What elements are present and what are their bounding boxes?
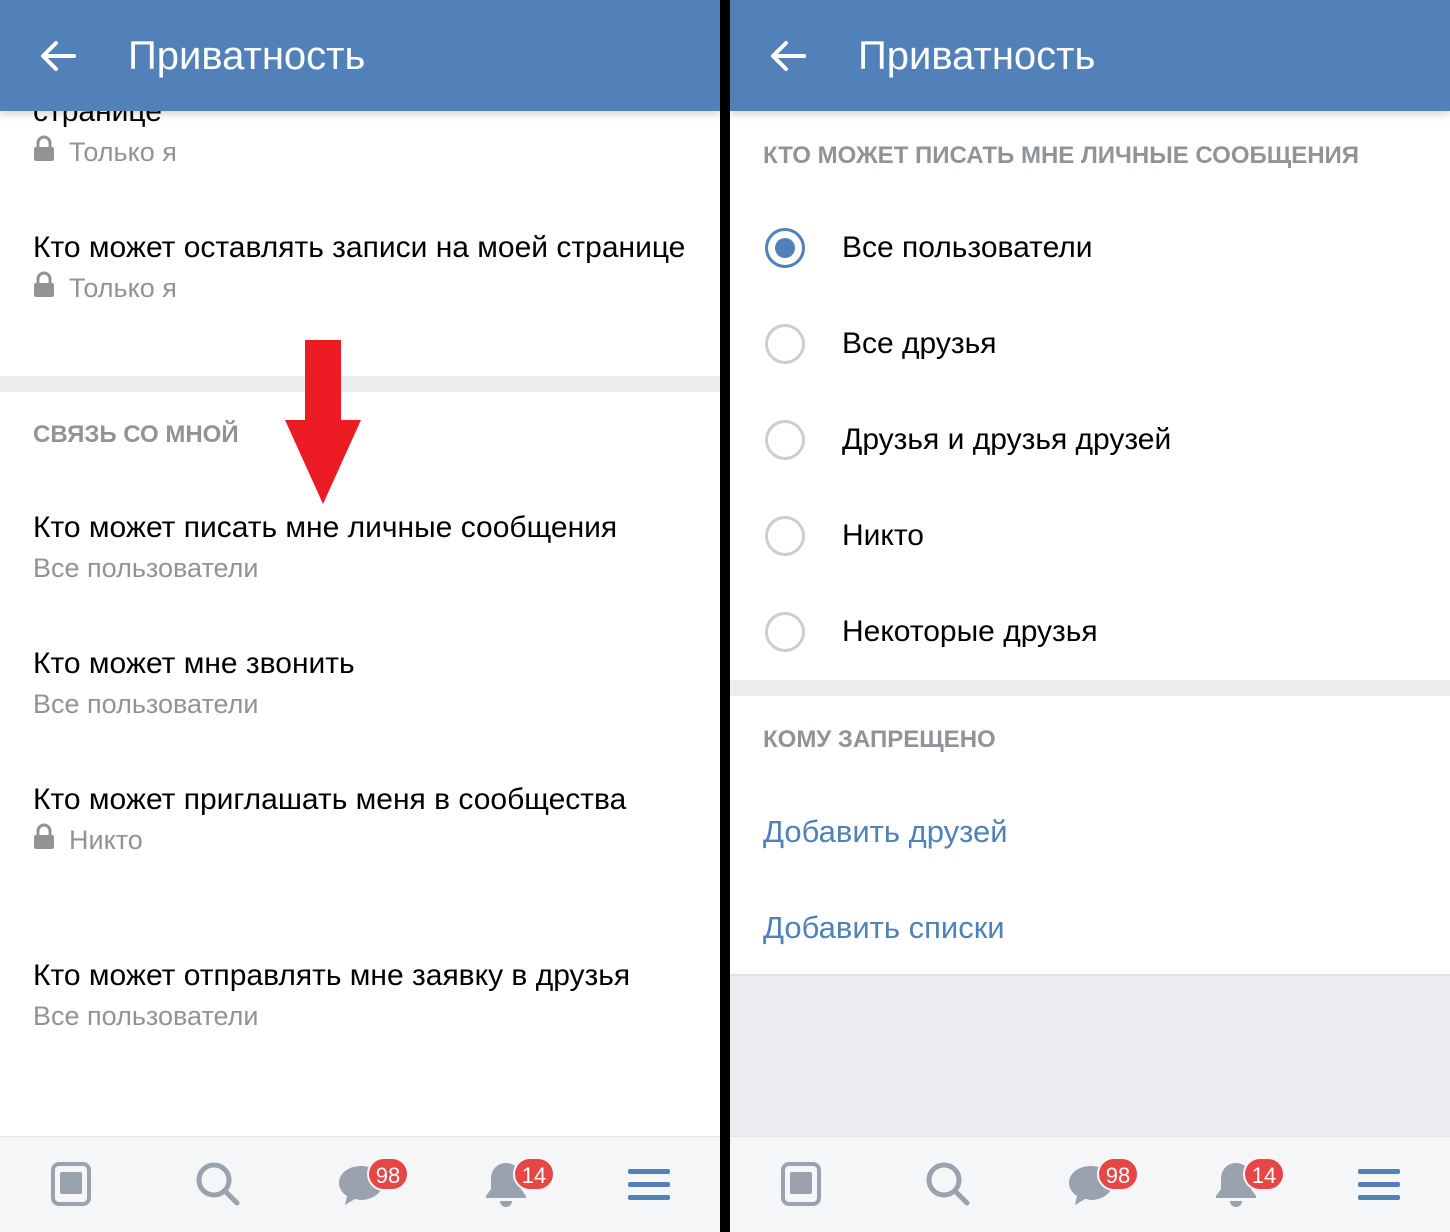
privacy-item-value: Все пользователи — [33, 689, 259, 719]
radio-button[interactable] — [765, 324, 805, 364]
privacy-item-friend-requests[interactable]: Кто может отправлять мне заявку в друзья… — [33, 956, 693, 1036]
section-separator — [730, 680, 1450, 696]
message-privacy-options: КТО МОЖЕТ ПИСАТЬ МНЕ ЛИЧНЫЕ СООБЩЕНИЯ Вс… — [730, 0, 1450, 1232]
privacy-item-title: Кто может мне звонить — [33, 647, 355, 680]
radio-option-friends-of-friends[interactable]: Друзья и друзья друзей — [730, 392, 1450, 488]
add-friends-link[interactable]: Добавить друзей — [763, 812, 1008, 852]
header-title: Приватность — [858, 34, 1096, 78]
privacy-item-title: Кто может писать мне личные сообщения — [33, 511, 618, 544]
radio-option-some-friends[interactable]: Некоторые друзья — [730, 584, 1450, 680]
news-icon[interactable] — [776, 1159, 826, 1209]
privacy-item-value: Только я — [33, 268, 693, 308]
section-header-who-can-message: КТО МОЖЕТ ПИСАТЬ МНЕ ЛИЧНЫЕ СООБЩЕНИЯ — [763, 142, 1360, 169]
bottom-tab-bar: 98 14 — [0, 1136, 720, 1232]
search-icon[interactable] — [922, 1159, 972, 1209]
radio-option-label: Все пользователи — [842, 231, 1093, 264]
privacy-list: странице Только я Кто может оставлять за… — [0, 0, 720, 1232]
privacy-item-value: Все пользователи — [33, 1001, 259, 1031]
privacy-item-wall-posts[interactable]: Кто может оставлять записи на моей стран… — [33, 228, 693, 308]
radio-option-label: Все друзья — [842, 327, 997, 360]
radio-button[interactable] — [765, 612, 805, 652]
privacy-item-value-text: Только я — [69, 273, 177, 303]
news-icon[interactable] — [46, 1159, 96, 1209]
annotation-arrow — [285, 340, 361, 504]
radio-option-all-users[interactable]: Все пользователи — [730, 200, 1450, 296]
add-lists-link[interactable]: Добавить списки — [763, 908, 1005, 948]
privacy-item-title: Кто может оставлять записи на моей стран… — [33, 231, 686, 264]
lock-icon — [34, 823, 54, 849]
section-header-forbidden: КОМУ ЗАПРЕЩЕНО — [763, 726, 996, 753]
privacy-item-messages[interactable]: Кто может писать мне личные сообщения Вс… — [33, 508, 693, 588]
radio-button[interactable] — [765, 420, 805, 460]
privacy-settings-screen: странице Только я Кто может оставлять за… — [0, 0, 720, 1232]
privacy-item-title: Кто может отправлять мне заявку в друзья — [33, 959, 631, 992]
radio-option-all-friends[interactable]: Все друзья — [730, 296, 1450, 392]
menu-icon[interactable] — [624, 1159, 674, 1209]
privacy-item-value-text: Никто — [69, 825, 143, 855]
radio-option-label: Друзья и друзья друзей — [842, 423, 1172, 456]
radio-option-nobody[interactable]: Никто — [730, 488, 1450, 584]
notifications-badge: 14 — [1243, 1157, 1285, 1191]
header-title: Приватность — [128, 34, 366, 78]
notifications-badge: 14 — [513, 1157, 555, 1191]
back-arrow-icon[interactable] — [36, 34, 80, 78]
messages-badge: 98 — [367, 1157, 409, 1191]
app-header: Приватность — [0, 0, 720, 111]
privacy-item-title: Кто может приглашать меня в сообщества — [33, 783, 627, 816]
bottom-tab-bar: 98 14 — [730, 1136, 1450, 1232]
radio-button[interactable] — [765, 516, 805, 556]
search-icon[interactable] — [192, 1159, 242, 1209]
menu-icon[interactable] — [1354, 1159, 1404, 1209]
privacy-item-community-invites[interactable]: Кто может приглашать меня в сообщества Н… — [33, 780, 693, 860]
privacy-item-value: Только я — [33, 132, 693, 172]
privacy-item-value-text: Только я — [69, 137, 177, 167]
privacy-item-value: Никто — [33, 820, 693, 860]
lock-icon — [34, 271, 54, 297]
app-header: Приватность — [730, 0, 1450, 111]
empty-background-area — [730, 974, 1450, 1136]
back-arrow-icon[interactable] — [766, 34, 810, 78]
radio-option-label: Никто — [842, 519, 924, 552]
privacy-item-calls[interactable]: Кто может мне звонить Все пользователи — [33, 644, 693, 724]
lock-icon — [34, 135, 54, 161]
radio-option-label: Некоторые друзья — [842, 615, 1098, 648]
message-privacy-screen: КТО МОЖЕТ ПИСАТЬ МНЕ ЛИЧНЫЕ СООБЩЕНИЯ Вс… — [730, 0, 1450, 1232]
radio-button-selected[interactable] — [765, 228, 805, 268]
privacy-item-value: Все пользователи — [33, 553, 259, 583]
section-header-contact: СВЯЗЬ СО МНОЙ — [33, 421, 239, 448]
messages-badge: 98 — [1097, 1157, 1139, 1191]
